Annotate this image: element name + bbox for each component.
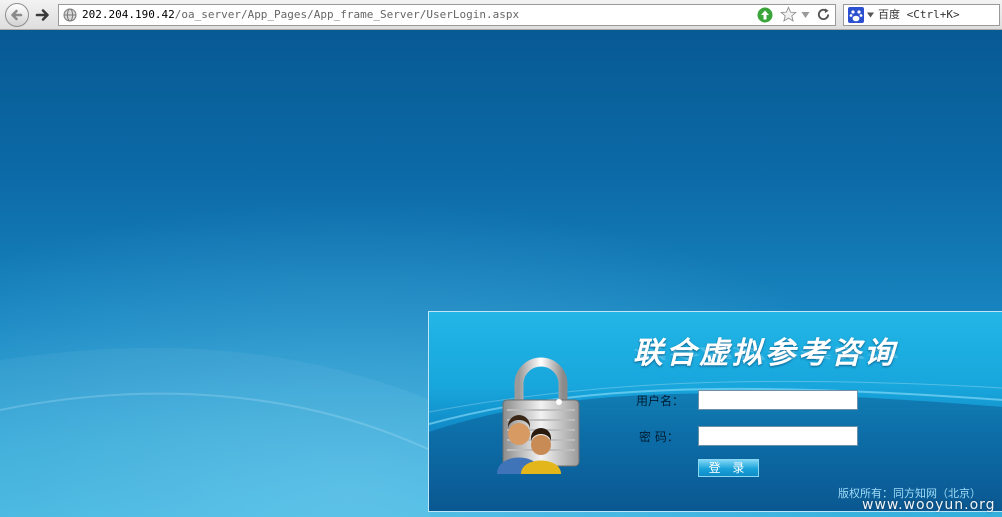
back-icon <box>11 9 23 21</box>
username-label: 用户名： <box>636 394 685 408</box>
globe-icon <box>63 8 77 22</box>
url-host: 202.204.190.42 <box>82 8 175 21</box>
forward-icon <box>35 9 49 21</box>
search-input[interactable]: 百度 <Ctrl+K> <box>878 7 960 23</box>
url-text: 202.204.190.42/oa_server/App_Pages/App_f… <box>82 7 519 23</box>
dropdown-icon[interactable] <box>801 11 810 19</box>
baidu-icon[interactable] <box>848 7 864 23</box>
padlock-users-icon <box>497 357 580 474</box>
username-input[interactable] <box>698 390 858 410</box>
browser-toolbar: 202.204.190.42/oa_server/App_Pages/App_f… <box>0 0 1002 30</box>
login-panel: 联合虚拟参考咨询 联合虚拟参考咨询 用户名： 密 码： 登 录 版权所有：同方知… <box>428 311 1002 512</box>
reload-icon[interactable] <box>816 7 831 22</box>
back-button[interactable] <box>5 3 29 27</box>
password-input[interactable] <box>698 426 858 446</box>
watermark: www.wooyun.org <box>862 497 996 513</box>
address-bar[interactable]: 202.204.190.42/oa_server/App_Pages/App_f… <box>58 4 836 26</box>
go-icon[interactable] <box>757 7 773 23</box>
page-background: 联合虚拟参考咨询 联合虚拟参考咨询 用户名： 密 码： 登 录 版权所有：同方知… <box>0 30 1002 517</box>
title-reflection: 联合虚拟参考咨询 <box>633 344 897 361</box>
star-icon[interactable] <box>780 6 797 23</box>
search-bar[interactable]: 百度 <Ctrl+K> <box>843 4 1000 26</box>
url-path: /oa_server/App_Pages/App_frame_Server/Us… <box>174 8 520 21</box>
forward-button[interactable] <box>34 6 52 24</box>
password-label: 密 码： <box>639 430 679 444</box>
login-button[interactable]: 登 录 <box>698 459 759 477</box>
chevron-down-icon[interactable] <box>867 12 874 18</box>
